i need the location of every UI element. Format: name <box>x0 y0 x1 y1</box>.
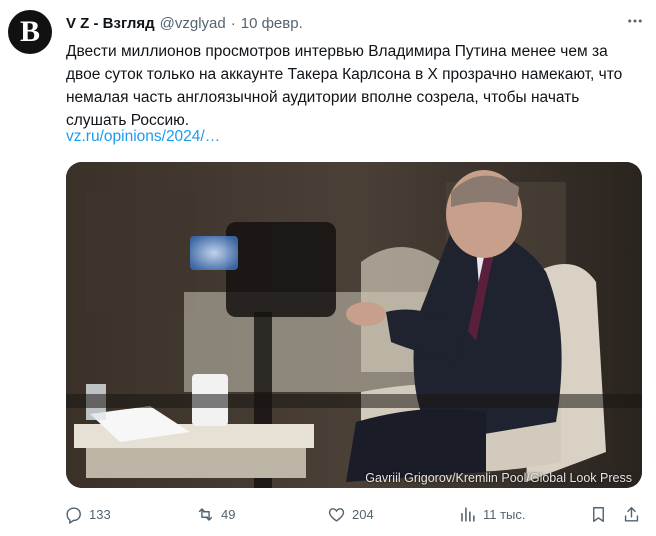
reply-button[interactable]: 133 <box>64 500 111 528</box>
more-icon[interactable] <box>622 10 648 32</box>
more-horizontal-icon <box>628 19 642 23</box>
tweet-date[interactable]: 10 февр. <box>241 15 303 32</box>
retweet-icon <box>198 507 213 521</box>
bookmark-icon <box>593 506 604 522</box>
tweet-actions: 133 49 204 11 тыс. <box>64 500 646 528</box>
reply-count: 133 <box>89 506 111 522</box>
retweet-button[interactable]: 49 <box>196 500 235 528</box>
tweet-photo[interactable]: Gavriil Grigorov/Kremlin Pool/Global Loo… <box>66 162 642 488</box>
views-count: 11 тыс. <box>483 506 526 522</box>
views-button[interactable]: 11 тыс. <box>458 500 526 528</box>
heart-icon <box>328 507 345 522</box>
avatar-letter: B <box>19 15 40 48</box>
photo-credit: Gavriil Grigorov/Kremlin Pool/Global Loo… <box>365 471 632 485</box>
tweet-header: V Z - Взгляд @vzglyad · 10 февр. <box>66 12 646 34</box>
tweet-text: Двести миллионов просмотров интервью Вла… <box>66 43 623 129</box>
photo-image <box>66 162 642 488</box>
share-icon <box>624 506 639 522</box>
author-name[interactable]: V Z - Взгляд <box>66 15 155 32</box>
bookmark-button[interactable] <box>589 500 614 528</box>
share-button[interactable] <box>622 500 647 528</box>
like-count: 204 <box>352 506 374 522</box>
reply-icon <box>66 506 81 524</box>
views-bar-chart-icon <box>461 506 475 522</box>
retweet-count: 49 <box>221 506 236 522</box>
author-handle[interactable]: @vzglyad <box>160 15 226 32</box>
avatar[interactable]: B <box>8 10 52 54</box>
separator-dot: · <box>230 14 236 32</box>
tweet-link[interactable]: vz.ru/opinions/2024/… <box>66 128 220 146</box>
like-button[interactable]: 204 <box>327 500 374 528</box>
